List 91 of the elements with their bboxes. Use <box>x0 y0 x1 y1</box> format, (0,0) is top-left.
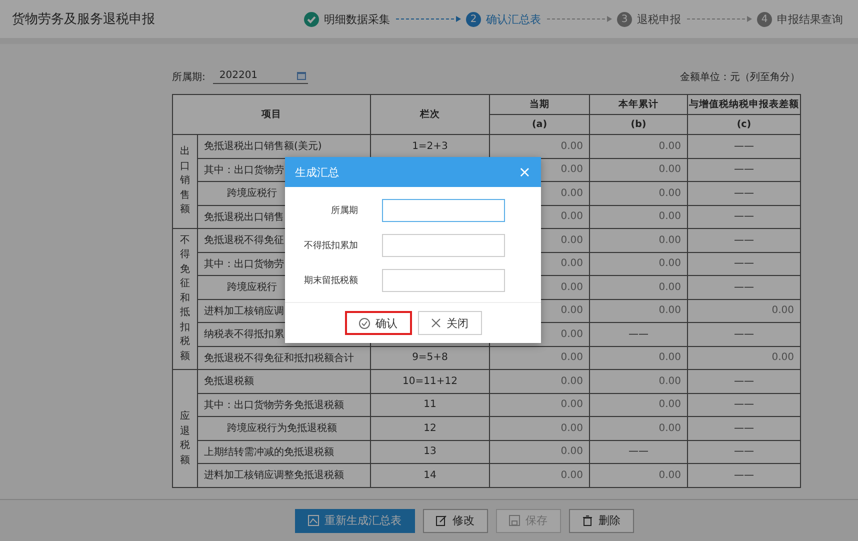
table-cell: —— <box>688 464 800 487</box>
group-label: 出口销售额 <box>180 145 190 218</box>
column-subheader: (c) <box>688 114 800 134</box>
field-label: 所属期 <box>330 204 358 217</box>
image-icon <box>308 515 318 526</box>
table-cell: —— <box>688 322 800 346</box>
table-cell: 0.00 <box>590 393 688 416</box>
column-subheader: (b) <box>590 114 688 134</box>
table-cell: 0.00 <box>688 299 800 322</box>
table-cell: —— <box>688 370 800 393</box>
step-label[interactable]: 明细数据采集 <box>324 12 390 26</box>
group-label: 不得免征和抵扣税额 <box>180 234 190 364</box>
table-cell: 9=5+8 <box>370 346 490 370</box>
table-cell: —— <box>688 276 800 299</box>
table-cell: 0.00 <box>590 158 688 182</box>
column-header: 本年累计 <box>590 94 688 114</box>
table-cell: 13 <box>370 440 490 464</box>
column-header: 项目 <box>172 94 370 134</box>
table-cell: —— <box>688 158 800 182</box>
page-title: 货物劳务及服务退税申报 <box>12 11 156 28</box>
table-cell: 0.00 <box>590 346 688 370</box>
table-cell: 10=11+12 <box>370 370 490 393</box>
pencil-icon <box>436 515 446 526</box>
table-cell: —— <box>688 205 800 228</box>
group-label: 应退税额 <box>180 410 190 468</box>
table-cell: 12 <box>370 416 490 440</box>
trash-icon <box>582 515 592 526</box>
input-field[interactable] <box>382 199 505 222</box>
toolbar-button[interactable]: 修改 <box>422 508 488 532</box>
table-cell: —— <box>688 416 800 440</box>
table-cell: 进料加工核销应调整免抵退税额 <box>198 464 370 487</box>
table-cell: 0.00 <box>590 134 688 158</box>
table-cell: 免抵退税不得免征和抵扣税额合计 <box>198 346 370 370</box>
calendar-icon[interactable] <box>297 71 306 80</box>
table-cell: 0.00 <box>590 299 688 322</box>
table-cell: 0.00 <box>590 464 688 487</box>
table-cell: 0.00 <box>590 182 688 205</box>
table-cell: 跨境应税行为免抵退税额 <box>198 416 370 440</box>
table-cell: 0.00 <box>590 370 688 393</box>
unit-note: 金额单位：元（列至角分） <box>680 70 800 84</box>
table-cell: 其中：出口货物劳务免抵退税额 <box>198 393 370 416</box>
table-cell: —— <box>688 228 800 252</box>
period-label: 所属期: <box>172 70 206 84</box>
step-number: 4 <box>757 12 772 26</box>
table-cell: 14 <box>370 464 490 487</box>
close-icon <box>430 318 440 328</box>
step-arrow-icon <box>394 15 462 23</box>
input-field[interactable] <box>382 269 505 292</box>
table-cell: —— <box>590 322 688 346</box>
table-cell: —— <box>688 252 800 276</box>
dialog-button[interactable]: 确认 <box>344 311 412 335</box>
save-icon <box>508 515 520 526</box>
table-cell: 免抵退税额 <box>198 370 370 393</box>
table-cell: 0.00 <box>590 416 688 440</box>
table-cell: 0.00 <box>490 440 590 464</box>
toolbar-button[interactable]: 删除 <box>568 508 634 532</box>
field-label: 不得抵扣累加 <box>303 240 358 252</box>
step-label[interactable]: 退税申报 <box>637 12 681 26</box>
input-field[interactable] <box>382 234 505 257</box>
dialog-button[interactable]: 关闭 <box>418 311 482 335</box>
check-circle-icon <box>358 318 370 328</box>
table-cell: 0.00 <box>590 205 688 228</box>
step-arrow-icon <box>685 15 753 23</box>
table-cell: 0.00 <box>590 228 688 252</box>
column-header: 栏次 <box>370 94 490 134</box>
table-cell: —— <box>688 182 800 205</box>
step-label[interactable]: 申报结果查询 <box>777 12 843 26</box>
table-cell: 0.00 <box>688 346 800 370</box>
table-cell: —— <box>590 440 688 464</box>
step-number: 2 <box>466 12 481 26</box>
column-subheader: (a) <box>490 114 590 134</box>
table-cell: 0.00 <box>490 464 590 487</box>
period-field[interactable]: 202201 <box>213 70 308 84</box>
table-cell: 0.00 <box>490 393 590 416</box>
step-number: 3 <box>617 12 632 26</box>
column-header: 与增值税纳税申报表差额 <box>688 94 800 114</box>
table-cell: —— <box>688 393 800 416</box>
table-cell: —— <box>688 134 800 158</box>
step-label[interactable]: 确认汇总表 <box>486 12 541 26</box>
column-header: 当期 <box>490 94 590 114</box>
table-cell: 11 <box>370 393 490 416</box>
field-label: 期末留抵税额 <box>303 274 358 287</box>
table-cell: 0.00 <box>590 276 688 299</box>
table-cell: 上期结转需冲减的免抵退税额 <box>198 440 370 464</box>
table-cell: 0.00 <box>490 370 590 393</box>
table-cell: 0.00 <box>490 416 590 440</box>
step-arrow-icon <box>545 15 613 23</box>
table-cell: 0.00 <box>590 252 688 276</box>
dialog-title: 生成汇总 <box>295 164 339 180</box>
table-cell: —— <box>688 440 800 464</box>
table-cell: 0.00 <box>490 346 590 370</box>
